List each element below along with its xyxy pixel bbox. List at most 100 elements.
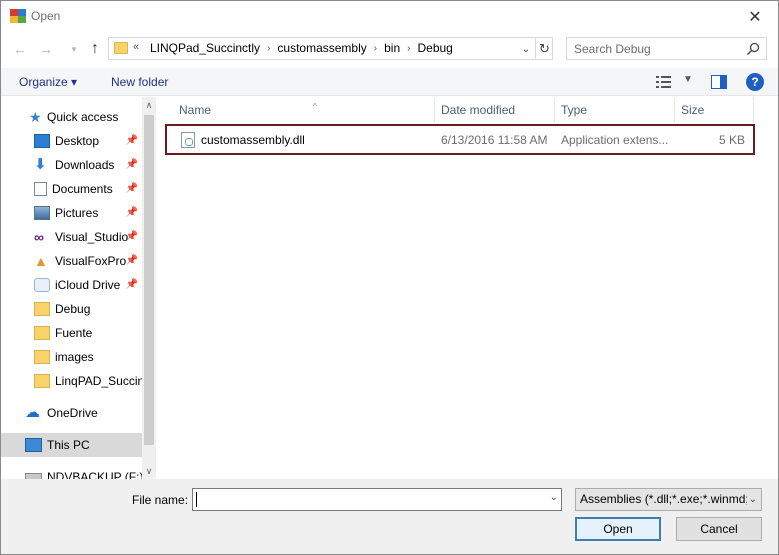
cancel-button[interactable]: Cancel	[676, 517, 762, 541]
pin-icon: 📌	[125, 159, 138, 170]
chevron-down-icon: ▾	[71, 43, 77, 54]
column-header-label: Type	[561, 103, 588, 117]
column-header-type[interactable]: Type	[555, 97, 675, 122]
folder-icon	[34, 326, 50, 340]
breadcrumb-item[interactable]: Debug	[416, 41, 453, 57]
file-type: Application extens...	[561, 133, 669, 147]
organize-button[interactable]: Organize ▾	[19, 75, 77, 89]
file-type-select[interactable]: Assemblies (*.dll;*.exe;*.winmd; ⌄	[575, 488, 762, 511]
search-icon	[746, 42, 760, 56]
forward-button[interactable]: →	[37, 39, 55, 59]
up-button[interactable]: ↑	[86, 39, 104, 59]
app-icon	[10, 9, 26, 23]
help-button[interactable]: ?	[746, 73, 764, 91]
nav-item-this-pc[interactable]: This PC	[1, 433, 142, 457]
preview-pane-icon[interactable]	[711, 75, 727, 89]
new-folder-button[interactable]: New folder	[111, 75, 168, 89]
folder-icon	[34, 374, 50, 388]
breadcrumb-item[interactable]: LINQPad_Succinctly	[149, 41, 261, 57]
nav-item-downloads[interactable]: ⬇ Downloads 📌	[1, 153, 142, 177]
address-dropdown-button[interactable]: ⌄	[518, 41, 534, 57]
chevron-down-icon: ∨	[145, 465, 153, 476]
back-button[interactable]: ←	[11, 39, 29, 59]
nav-item-linqpad-succinctly[interactable]: LinqPAD_Succin	[1, 369, 142, 393]
visual-studio-icon: ∞	[34, 229, 44, 245]
pin-icon: 📌	[125, 135, 138, 146]
breadcrumb-separator[interactable]: ›	[401, 41, 416, 57]
chevron-down-icon[interactable]: ⌄	[550, 492, 558, 503]
sort-ascending-icon: ^	[313, 102, 317, 111]
scrollbar-thumb[interactable]	[144, 115, 154, 445]
nav-item-label: Quick access	[47, 110, 119, 124]
breadcrumb-separator[interactable]: ›	[368, 41, 383, 57]
star-icon: ★	[29, 109, 42, 125]
chevron-down-icon: ⌄	[521, 43, 531, 55]
pin-icon: 📌	[125, 183, 138, 194]
title-bar: Open ✕	[1, 1, 778, 32]
open-button[interactable]: Open	[575, 517, 661, 541]
nav-scrollbar[interactable]: ∧ ∨	[142, 97, 156, 479]
nav-item-quick-access[interactable]: ★ Quick access	[1, 105, 142, 129]
arrow-up-icon: ↑	[91, 40, 99, 57]
documents-icon	[34, 182, 47, 196]
nav-item-label: NDVBACKUP (F:)	[47, 470, 142, 479]
overflow-chevron[interactable]: «	[133, 41, 139, 53]
refresh-button[interactable]: ↻	[535, 38, 553, 59]
file-size: 5 KB	[718, 133, 745, 147]
foxpro-icon: ▲	[34, 253, 48, 269]
file-row[interactable]: customassembly.dll 6/13/2016 11:58 AM Ap…	[165, 124, 755, 155]
nav-item-label: Downloads	[55, 158, 115, 172]
nav-item-debug[interactable]: Debug	[1, 297, 142, 321]
column-header-label: Size	[681, 103, 705, 117]
nav-item-label: This PC	[47, 438, 90, 452]
close-button[interactable]: ✕	[732, 1, 778, 32]
nav-item-icloud-drive[interactable]: iCloud Drive 📌	[1, 273, 142, 297]
nav-item-label: images	[55, 350, 94, 364]
nav-item-label: OneDrive	[47, 406, 98, 420]
nav-item-fuente[interactable]: Fuente	[1, 321, 142, 345]
breadcrumb-separator[interactable]: ›	[261, 41, 276, 57]
nav-item-documents[interactable]: Documents 📌	[1, 177, 142, 201]
search-placeholder: Search Debug	[574, 42, 651, 56]
details-view-icon	[656, 76, 671, 88]
nav-item-onedrive[interactable]: ☁ OneDrive	[1, 401, 142, 425]
command-bar: Organize ▾ New folder ▼ ?	[1, 68, 778, 96]
nav-item-visualfoxpro[interactable]: ▲ VisualFoxPro 📌	[1, 249, 142, 273]
breadcrumb: LINQPad_Succinctly › customassembly › bi…	[149, 41, 454, 57]
nav-item-images[interactable]: images	[1, 345, 142, 369]
nav-item-label: LinqPAD_Succin	[55, 374, 142, 388]
recent-locations-button[interactable]: ▾	[65, 39, 83, 59]
folder-icon	[34, 350, 50, 364]
help-icon: ?	[751, 75, 759, 89]
breadcrumb-item[interactable]: bin	[383, 41, 401, 57]
pin-icon: 📌	[125, 231, 138, 242]
dll-file-icon	[181, 132, 195, 148]
file-name-input[interactable]: ⌄	[192, 488, 562, 511]
change-view-button[interactable]: ▼	[656, 74, 696, 89]
text-caret	[196, 492, 197, 507]
navigation-pane[interactable]: ★ Quick access Desktop 📌 ⬇ Downloads 📌 D…	[1, 97, 156, 479]
column-header-size[interactable]: Size	[675, 97, 754, 122]
address-row: ← → ▾ ↑ « LINQPad_Succinctly › customass…	[1, 34, 778, 64]
nav-item-visual-studio[interactable]: ∞ Visual_Studio 📌	[1, 225, 142, 249]
open-file-dialog: Open ✕ ← → ▾ ↑ « LINQPad_Succinctly › cu…	[0, 0, 779, 555]
nav-item-label: Debug	[55, 302, 91, 316]
breadcrumb-item[interactable]: customassembly	[276, 41, 367, 57]
scroll-down-button[interactable]: ∨	[142, 463, 156, 479]
column-header-date-modified[interactable]: Date modified	[435, 97, 555, 122]
nav-item-desktop[interactable]: Desktop 📌	[1, 129, 142, 153]
desktop-icon	[34, 134, 50, 148]
nav-item-label: Pictures	[55, 206, 99, 220]
refresh-icon: ↻	[539, 40, 550, 56]
column-header-name[interactable]: ^ Name	[173, 97, 435, 122]
search-box[interactable]: Search Debug	[566, 37, 767, 60]
chevron-up-icon: ∧	[145, 99, 153, 110]
nav-item-label: Desktop	[55, 134, 100, 148]
address-bar[interactable]: « LINQPad_Succinctly › customassembly › …	[108, 37, 553, 60]
scroll-up-button[interactable]: ∧	[142, 97, 156, 113]
cancel-button-label: Cancel	[700, 522, 738, 536]
file-list[interactable]: ^ Name Date modified Type Size customass…	[159, 97, 778, 479]
nav-item-pictures[interactable]: Pictures 📌	[1, 201, 142, 225]
nav-item-ndvbackup[interactable]: NDVBACKUP (F:)	[1, 465, 142, 479]
arrow-right-icon: →	[39, 41, 53, 57]
